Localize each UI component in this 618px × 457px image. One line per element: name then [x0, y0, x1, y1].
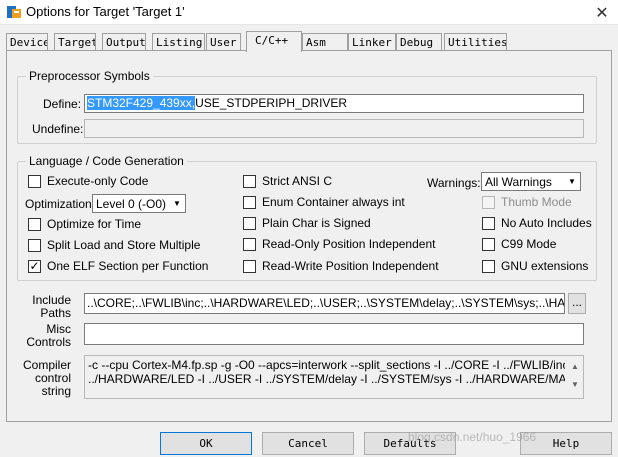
no-auto-includes-checkbox[interactable]: No Auto Includes	[482, 216, 592, 230]
tab-c-cpp[interactable]: C/C++	[246, 31, 302, 52]
gnu-extensions-label: GNU extensions	[501, 259, 589, 273]
cancel-button[interactable]: Cancel	[262, 432, 354, 455]
define-input[interactable]: STM32F429_439xx,USE_STDPERIPH_DRIVER	[84, 94, 584, 113]
compiler-control-line-2: ../HARDWARE/LED -I ../USER -I ../SYSTEM/…	[88, 372, 565, 386]
compiler-control-line-1: -c --cpu Cortex-M4.fp.sp -g -O0 --apcs=i…	[88, 358, 565, 372]
chevron-down-icon[interactable]: ▼	[569, 376, 581, 394]
check-mark-icon: ✓	[29, 258, 40, 273]
strict-ansi-box[interactable]	[243, 174, 256, 188]
enum-container-checkbox[interactable]: Enum Container always int	[243, 195, 405, 209]
chevron-down-icon: ▼	[568, 177, 576, 186]
compiler-control-scrollbar[interactable]: ▲ ▼	[569, 358, 581, 398]
language-group-label: Language / Code Generation	[26, 154, 187, 168]
include-paths-label-2: Paths	[40, 306, 71, 320]
execute-only-box[interactable]	[28, 174, 41, 188]
execute-only-checkbox[interactable]: Execute-only Code	[28, 174, 148, 188]
undefine-input[interactable]	[84, 119, 584, 138]
chevron-down-icon: ▼	[173, 199, 181, 208]
tab-target[interactable]: Target	[54, 33, 96, 51]
misc-controls-label-1: Misc	[46, 322, 71, 336]
enum-container-label: Enum Container always int	[262, 195, 405, 209]
warnings-select[interactable]: All Warnings ▼	[481, 172, 581, 191]
close-button[interactable]: ✕	[586, 0, 618, 25]
include-paths-browse-button[interactable]: ...	[568, 293, 586, 314]
window-title: Options for Target 'Target 1'	[26, 4, 185, 19]
misc-controls-input[interactable]	[84, 323, 584, 345]
optimization-select[interactable]: Level 0 (-O0) ▼	[92, 194, 186, 213]
optimize-time-box[interactable]	[28, 217, 41, 231]
c99-mode-checkbox[interactable]: C99 Mode	[482, 237, 556, 251]
define-label: Define:	[43, 97, 82, 111]
enum-container-box[interactable]	[243, 195, 256, 209]
plain-char-checkbox[interactable]: Plain Char is Signed	[243, 216, 371, 230]
keil-app-icon	[7, 6, 21, 18]
split-load-box[interactable]	[28, 238, 41, 252]
no-auto-includes-label: No Auto Includes	[501, 216, 592, 230]
include-paths-input[interactable]: ..\CORE;..\FWLIB\inc;..\HARDWARE\LED;..\…	[84, 293, 565, 314]
one-elf-label: One ELF Section per Function	[47, 259, 209, 273]
chevron-up-icon[interactable]: ▲	[569, 358, 581, 376]
rw-position-box[interactable]	[243, 259, 256, 273]
compiler-control-label-3: string	[41, 384, 71, 398]
tab-debug[interactable]: Debug	[396, 33, 442, 51]
split-load-checkbox[interactable]: Split Load and Store Multiple	[28, 238, 200, 252]
help-button[interactable]: Help	[520, 432, 612, 455]
undefine-label: Undefine:	[32, 122, 84, 136]
title-bar: Options for Target 'Target 1' ✕	[0, 0, 618, 25]
ok-button[interactable]: OK	[160, 432, 252, 455]
thumb-mode-label: Thumb Mode	[501, 195, 572, 209]
misc-controls-label-2: Controls	[26, 335, 71, 349]
rw-position-label: Read-Write Position Independent	[262, 259, 439, 273]
one-elf-checkbox[interactable]: ✓ One ELF Section per Function	[28, 259, 208, 273]
plain-char-label: Plain Char is Signed	[262, 216, 371, 230]
tab-device[interactable]: Device	[6, 33, 48, 51]
strict-ansi-checkbox[interactable]: Strict ANSI C	[243, 174, 332, 188]
tab-strip: Device Target Output Listing User C/C++ …	[6, 31, 612, 52]
plain-char-box[interactable]	[243, 216, 256, 230]
thumb-mode-checkbox[interactable]: Thumb Mode	[482, 195, 572, 209]
rw-position-checkbox[interactable]: Read-Write Position Independent	[243, 259, 439, 273]
compiler-control-string[interactable]: -c --cpu Cortex-M4.fp.sp -g -O0 --apcs=i…	[84, 355, 584, 399]
c99-mode-box[interactable]	[482, 237, 495, 251]
close-icon: ✕	[595, 4, 609, 22]
preprocessor-group-label: Preprocessor Symbols	[26, 69, 153, 83]
tab-utilities[interactable]: Utilities	[444, 33, 507, 51]
thumb-mode-box[interactable]	[482, 195, 495, 209]
tab-user[interactable]: User	[206, 33, 241, 51]
split-load-label: Split Load and Store Multiple	[47, 238, 201, 252]
define-text: USE_STDPERIPH_DRIVER	[195, 96, 348, 110]
one-elf-box[interactable]: ✓	[28, 258, 41, 273]
gnu-extensions-checkbox[interactable]: GNU extensions	[482, 259, 588, 273]
define-selected-text: STM32F429_439xx,	[87, 96, 196, 110]
strict-ansi-label: Strict ANSI C	[262, 174, 333, 188]
c99-mode-label: C99 Mode	[501, 237, 557, 251]
ro-position-box[interactable]	[243, 237, 256, 251]
include-paths-label-1: Include	[32, 293, 71, 307]
optimize-time-checkbox[interactable]: Optimize for Time	[28, 217, 141, 231]
optimize-time-label: Optimize for Time	[47, 217, 142, 231]
optimization-label: Optimization:	[25, 197, 96, 211]
ro-position-label: Read-Only Position Independent	[262, 237, 436, 251]
gnu-extensions-box[interactable]	[482, 259, 495, 273]
compiler-control-label-2: control	[34, 371, 71, 385]
optimization-value: Level 0 (-O0)	[96, 197, 167, 211]
warnings-label: Warnings:	[427, 176, 481, 190]
defaults-button[interactable]: Defaults	[364, 432, 456, 455]
no-auto-includes-box[interactable]	[482, 216, 495, 230]
tab-asm[interactable]: Asm	[302, 33, 348, 51]
tab-linker[interactable]: Linker	[348, 33, 396, 51]
ro-position-checkbox[interactable]: Read-Only Position Independent	[243, 237, 435, 251]
tab-listing[interactable]: Listing	[152, 33, 205, 51]
compiler-control-label-1: Compiler	[22, 358, 71, 372]
execute-only-label: Execute-only Code	[47, 174, 149, 188]
warnings-value: All Warnings	[485, 175, 552, 189]
tab-output[interactable]: Output	[102, 33, 146, 51]
